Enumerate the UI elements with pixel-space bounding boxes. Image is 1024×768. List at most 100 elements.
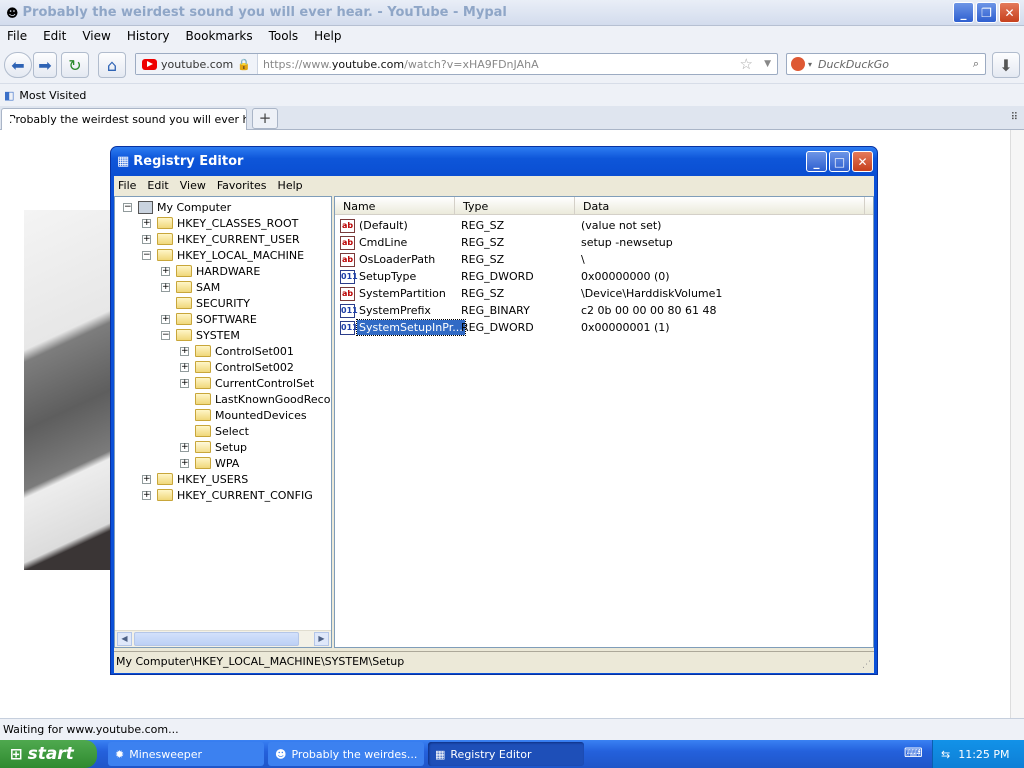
expand-icon[interactable]: + (180, 378, 189, 388)
tab-list-icon[interactable]: ⠿ (1011, 112, 1018, 123)
menu-history[interactable]: History (127, 29, 170, 43)
column-name[interactable]: Name (335, 197, 455, 215)
menu-file[interactable]: File (7, 29, 27, 43)
scroll-right-button[interactable]: ▶ (314, 632, 329, 646)
tree-node-label: HKEY_CURRENT_USER (177, 232, 300, 246)
registry-maximize-button[interactable]: □ (829, 151, 850, 172)
value-row[interactable]: ab (Default) REG_SZ (value not set) (335, 217, 873, 234)
value-row[interactable]: 011 SetupType REG_DWORD 0x00000000 (0) (335, 268, 873, 285)
resize-grip-icon[interactable]: ⋰ (862, 660, 871, 670)
reg-menu-favorites[interactable]: Favorites (217, 179, 267, 192)
bookmark-most-visited[interactable]: Most Visited (19, 89, 86, 102)
tree-node[interactable]: − My Computer (123, 199, 231, 215)
tree-node[interactable]: + SOFTWARE (161, 311, 257, 327)
menu-help[interactable]: Help (314, 29, 341, 43)
tree-node[interactable]: − HKEY_LOCAL_MACHINE (142, 247, 304, 263)
registry-editor-icon: ▦ (117, 154, 130, 169)
reg-menu-help[interactable]: Help (278, 179, 303, 192)
value-row[interactable]: ab SystemPartition REG_SZ \Device\HarddiskV… (335, 285, 873, 302)
maximize-button[interactable]: ❐ (976, 2, 997, 23)
expand-icon[interactable]: + (142, 490, 151, 500)
tree-node[interactable]: + SAM (161, 279, 220, 295)
expand-icon[interactable]: + (142, 218, 151, 228)
expand-icon[interactable]: + (180, 442, 189, 452)
value-row[interactable]: 011 SystemSetupInPr... REG_DWORD 0x00000001… (335, 319, 873, 336)
registry-values-list[interactable]: Name Type Data ab (Default) REG_SZ (value n… (334, 196, 874, 648)
collapse-icon[interactable]: − (161, 330, 170, 340)
tree-node[interactable]: +Select (180, 423, 249, 439)
bookmark-star-icon[interactable]: ☆ (740, 55, 753, 73)
expand-icon[interactable]: + (180, 346, 189, 356)
new-tab-button[interactable]: + (252, 108, 278, 129)
collapse-icon[interactable]: − (142, 250, 151, 260)
value-data: (value not set) (581, 219, 662, 232)
tab-youtube[interactable]: Probably the weirdest sound you will eve… (1, 108, 247, 130)
taskbar-item-minesweeper[interactable]: ✹ Minesweeper (108, 742, 264, 766)
back-button[interactable]: ⬅ (4, 52, 32, 78)
expand-icon[interactable]: + (142, 474, 151, 484)
tree-node[interactable]: + ControlSet001 (180, 343, 294, 359)
expand-icon[interactable]: + (142, 234, 151, 244)
tree-node[interactable]: + HARDWARE (161, 263, 260, 279)
start-button[interactable]: ⊞ start (0, 740, 97, 768)
tree-horizontal-scrollbar[interactable]: ◀ ▶ (115, 630, 331, 647)
tree-node[interactable]: + HKEY_CLASSES_ROOT (142, 215, 298, 231)
value-row[interactable]: ab OsLoaderPath REG_SZ \ (335, 251, 873, 268)
reg-menu-file[interactable]: File (118, 179, 136, 192)
reg-menu-view[interactable]: View (180, 179, 206, 192)
close-button[interactable]: ✕ (999, 2, 1020, 23)
url-bar[interactable]: youtube.com 🔒 https://www.youtube.com/wa… (135, 53, 778, 75)
search-bar[interactable]: ▾ DuckDuckGo ⌕ (786, 53, 986, 75)
tree-node[interactable]: + Setup (180, 439, 247, 455)
network-icon[interactable]: ⇆ (941, 748, 950, 761)
tree-node[interactable]: + HKEY_CURRENT_CONFIG (142, 487, 313, 503)
expand-icon[interactable]: + (161, 266, 170, 276)
value-row[interactable]: ab CmdLine REG_SZ setup -newsetup (335, 234, 873, 251)
expand-icon[interactable]: + (180, 458, 189, 468)
forward-button[interactable]: ➡ (33, 52, 57, 78)
tab-title: Probably the weirdest sound you will eve… (9, 113, 247, 126)
keyboard-icon[interactable]: ⌨ (904, 746, 923, 761)
expand-icon[interactable]: + (161, 282, 170, 292)
expand-icon[interactable]: + (180, 362, 189, 372)
scroll-left-button[interactable]: ◀ (117, 632, 132, 646)
downloads-button[interactable]: ⬇ (992, 52, 1020, 78)
tree-node[interactable]: +SECURITY (161, 295, 250, 311)
tree-node[interactable]: +MountedDevices (180, 407, 307, 423)
home-button[interactable]: ⌂ (98, 52, 126, 78)
site-identity-button[interactable]: youtube.com 🔒 (136, 54, 258, 74)
search-engine-dropdown-icon[interactable]: ▾ (808, 60, 812, 69)
registry-minimize-button[interactable]: _ (806, 151, 827, 172)
tree-node[interactable]: + HKEY_CURRENT_USER (142, 231, 300, 247)
menu-view[interactable]: View (82, 29, 110, 43)
tree-node[interactable]: + WPA (180, 455, 239, 471)
taskbar-item-browser[interactable]: ☻ Probably the weirdes... (268, 742, 424, 766)
url-dropdown-icon[interactable]: ▼ (764, 59, 771, 69)
registry-close-button[interactable]: ✕ (852, 151, 873, 172)
menu-bookmarks[interactable]: Bookmarks (186, 29, 253, 43)
tree-node[interactable]: +LastKnownGoodRecove (180, 391, 331, 407)
registry-tree[interactable]: − My Computer + HKEY_CLASSES_ROOT + HKEY_CURR… (114, 196, 332, 648)
scroll-thumb[interactable] (134, 632, 299, 646)
value-data: \Device\HarddiskVolume1 (581, 287, 723, 300)
taskbar-item-registry[interactable]: ▦ Registry Editor (428, 742, 584, 766)
menu-tools[interactable]: Tools (269, 29, 299, 43)
menu-edit[interactable]: Edit (43, 29, 66, 43)
search-icon[interactable]: ⌕ (973, 57, 979, 71)
expand-icon[interactable]: + (161, 314, 170, 324)
video-player[interactable] (24, 210, 112, 570)
column-type[interactable]: Type (455, 197, 575, 215)
tree-node[interactable]: + CurrentControlSet (180, 375, 314, 391)
value-row[interactable]: 011 SystemPrefix REG_BINARY c2 0b 00 00 00 … (335, 302, 873, 319)
folder-icon (157, 233, 173, 245)
page-scrollbar[interactable] (1010, 130, 1024, 718)
registry-status-bar: My Computer\HKEY_LOCAL_MACHINE\SYSTEM\Se… (114, 651, 874, 671)
tree-node[interactable]: + ControlSet002 (180, 359, 294, 375)
reg-menu-edit[interactable]: Edit (147, 179, 168, 192)
tree-node[interactable]: + HKEY_USERS (142, 471, 248, 487)
reload-button[interactable]: ↻ (61, 52, 89, 78)
collapse-icon[interactable]: − (123, 202, 132, 212)
tree-node[interactable]: − SYSTEM (161, 327, 240, 343)
minimize-button[interactable]: _ (953, 2, 974, 23)
column-data[interactable]: Data (575, 197, 865, 215)
